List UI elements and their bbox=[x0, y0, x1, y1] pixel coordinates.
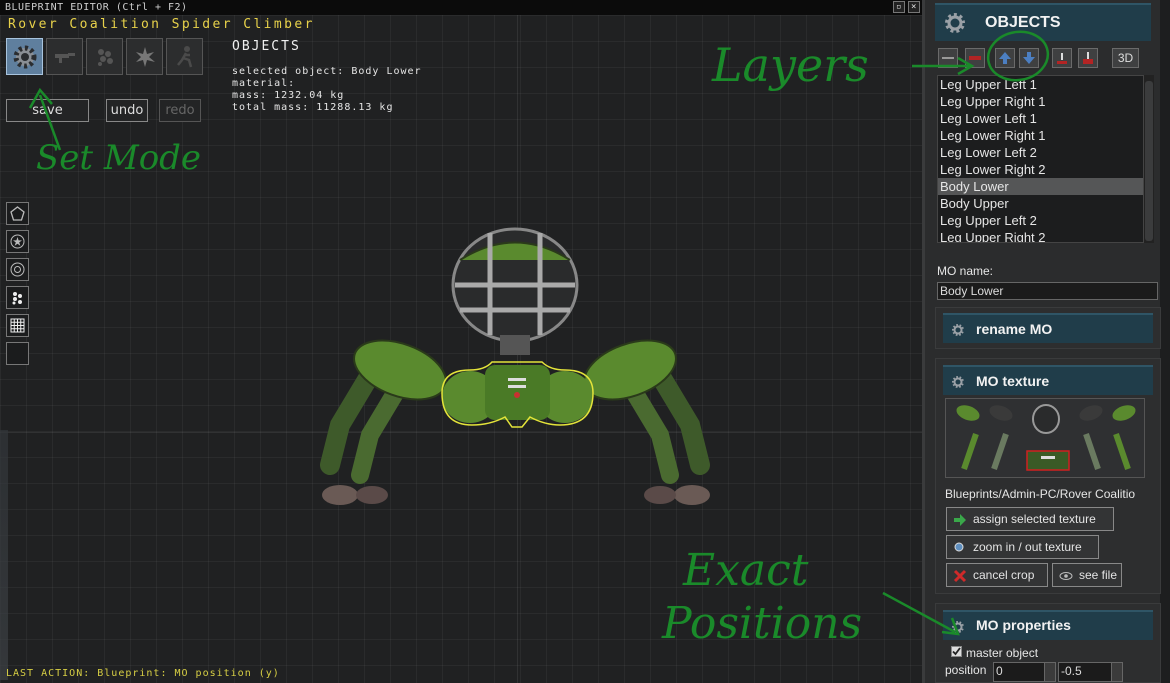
set-mode-annotation: Set Mode bbox=[36, 138, 202, 178]
exact-positions-arrow bbox=[882, 591, 960, 636]
positions-annotation: Positions bbox=[662, 598, 863, 649]
layers-annotation: Layers bbox=[712, 38, 869, 92]
layers-circle bbox=[986, 30, 1050, 82]
annotation-overlay bbox=[28, 30, 1050, 636]
app-window: BLUEPRINT EDITOR (Ctrl + F2) ▫ × Rover C… bbox=[0, 0, 1170, 683]
layers-arrow bbox=[912, 56, 975, 76]
exact-annotation: Exact bbox=[683, 545, 809, 596]
